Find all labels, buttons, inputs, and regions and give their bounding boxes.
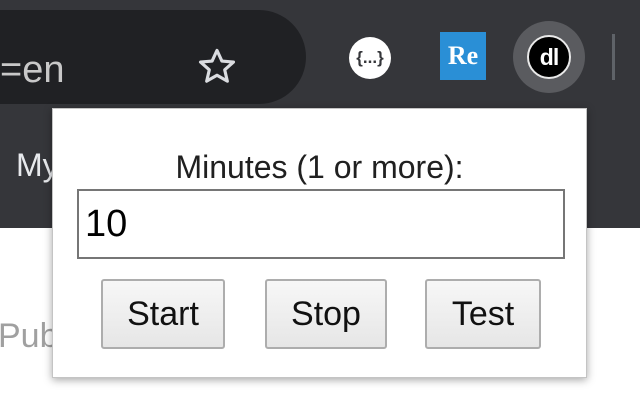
- dl-extension-button[interactable]: dl: [513, 21, 585, 93]
- test-button[interactable]: Test: [425, 279, 541, 349]
- toolbar-divider: [612, 34, 615, 80]
- stop-button[interactable]: Stop: [265, 279, 387, 349]
- minutes-input[interactable]: [77, 189, 565, 259]
- minutes-label: Minutes (1 or more):: [175, 149, 464, 185]
- browser-toolbar: =en {...} Re dl: [0, 0, 640, 110]
- address-bar[interactable]: =en: [0, 10, 306, 104]
- page-text-fragment: Pub: [0, 317, 59, 355]
- braces-extension-icon[interactable]: {...}: [349, 37, 391, 79]
- dl-extension-icon: dl: [527, 35, 571, 79]
- browser-window: =en {...} Re dl My Pub Minutes (1 or mor…: [0, 0, 640, 400]
- address-bar-text: =en: [0, 49, 65, 91]
- bookmark-star-icon[interactable]: [196, 46, 238, 88]
- extension-popup: Minutes (1 or more): Start Stop Test: [52, 108, 587, 378]
- re-extension-icon[interactable]: Re: [440, 32, 486, 80]
- start-button[interactable]: Start: [101, 279, 225, 349]
